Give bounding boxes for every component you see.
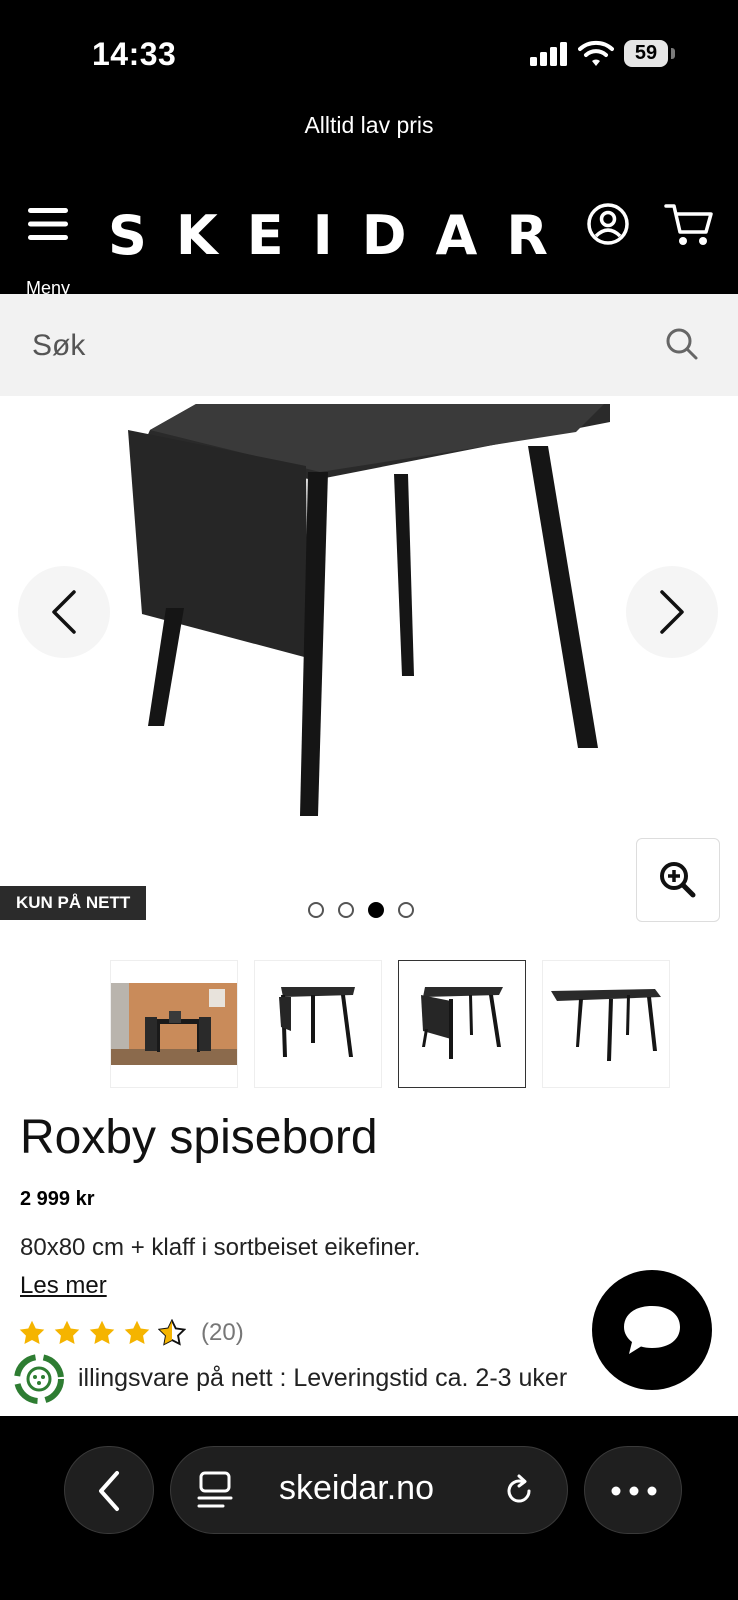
delivery-text: illingsvare på nett : Leveringstid ca. 2… (78, 1364, 568, 1392)
site-logo[interactable]: SKEIDAR (108, 204, 577, 267)
chevron-right-icon (660, 590, 684, 634)
status-bar: 14:33 59 (0, 0, 738, 108)
thumbnail-table-1[interactable] (254, 960, 382, 1088)
promo-banner: Alltid lav pris (0, 108, 738, 182)
gallery-dot[interactable] (338, 902, 354, 918)
reload-icon[interactable] (501, 1473, 537, 1509)
thumbnail-table-3[interactable] (542, 960, 670, 1088)
hamburger-icon (28, 208, 68, 240)
star-half-icon (158, 1319, 186, 1346)
menu-button[interactable]: Meny (20, 206, 76, 298)
product-rating[interactable]: (20) (18, 1316, 244, 1350)
product-price: 2 999 kr (20, 1188, 95, 1210)
next-image-button[interactable] (626, 566, 718, 658)
chat-bubble-icon (624, 1306, 680, 1354)
ellipsis-icon (611, 1486, 657, 1496)
browser-back-button[interactable] (64, 1446, 154, 1534)
read-more-link[interactable]: Les mer (20, 1272, 107, 1300)
wifi-icon (578, 40, 614, 66)
search-icon[interactable] (664, 326, 700, 362)
thumbnail-strip (110, 960, 680, 1088)
star-full-icon (89, 1320, 115, 1344)
table-thumbnail (421, 987, 503, 1059)
room-scene-image (111, 983, 237, 1065)
cart-icon[interactable] (664, 202, 714, 248)
site-header: Meny SKEIDAR (0, 182, 738, 298)
search-input[interactable] (30, 324, 594, 368)
battery-indicator: 59 (624, 40, 668, 67)
zoom-in-icon (660, 862, 696, 898)
product-gallery: KUN PÅ NETT (0, 396, 738, 936)
star-full-icon (19, 1320, 45, 1344)
star-full-icon (54, 1320, 80, 1344)
account-icon[interactable] (586, 202, 630, 246)
search-bar (0, 294, 738, 396)
product-image[interactable] (110, 396, 620, 826)
chevron-left-icon (99, 1471, 119, 1511)
table-thumbnail (551, 989, 661, 1061)
rating-count: (20) (201, 1319, 244, 1346)
more-options-button[interactable] (584, 1446, 682, 1534)
browser-toolbar: skeidar.no (0, 1416, 738, 1600)
battery-tip (671, 48, 675, 59)
url-text: skeidar.no (279, 1469, 434, 1507)
table-thumbnail (279, 987, 355, 1057)
signal-icon (530, 42, 567, 66)
recycle-icon (14, 1354, 64, 1404)
star-full-icon (124, 1320, 150, 1344)
online-only-badge: KUN PÅ NETT (0, 886, 147, 920)
status-time: 14:33 (92, 36, 177, 72)
gallery-dots (308, 902, 414, 922)
gallery-dot[interactable] (398, 902, 414, 918)
prev-image-button[interactable] (18, 566, 110, 658)
gallery-dot-active[interactable] (368, 902, 384, 918)
zoom-button[interactable] (636, 838, 720, 922)
product-title: Roxby spisebord (20, 1111, 378, 1164)
gallery-dot[interactable] (308, 902, 324, 918)
product-description: 80x80 cm + klaff i sortbeiset eikefiner. (20, 1234, 421, 1261)
thumbnail-table-2[interactable] (398, 960, 526, 1088)
chevron-left-icon (52, 590, 76, 634)
chat-button[interactable] (592, 1270, 712, 1390)
thumbnail-room[interactable] (110, 960, 238, 1088)
address-bar[interactable]: skeidar.no (170, 1446, 568, 1534)
tabs-icon (197, 1471, 233, 1508)
